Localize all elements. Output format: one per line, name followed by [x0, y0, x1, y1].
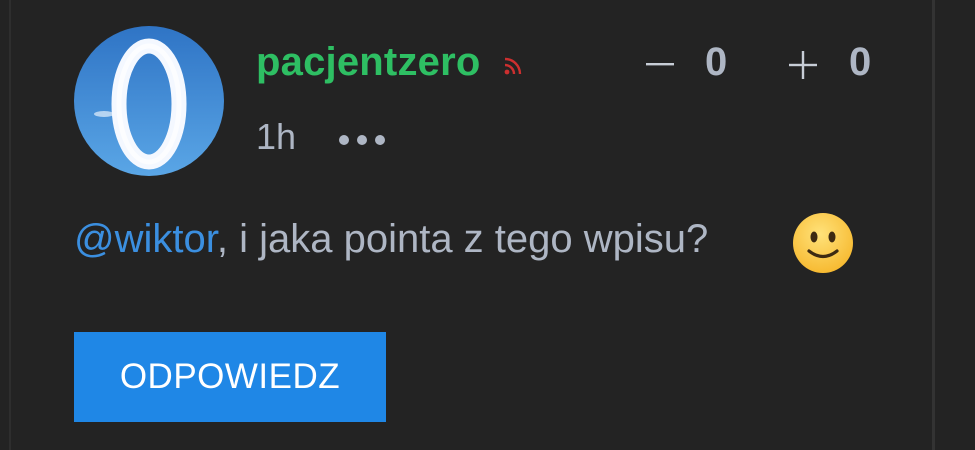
user-avatar[interactable] [74, 26, 224, 176]
rss-icon[interactable] [503, 56, 523, 76]
avatar-image [74, 26, 224, 176]
plus-vote-count: 0 [849, 40, 872, 84]
comment-screen: pacjentzero 0 0 1h @wiktor, i jaka point… [0, 0, 975, 450]
left-divider [9, 0, 11, 450]
more-options-icon[interactable] [336, 128, 396, 152]
post-time: 1h [256, 116, 297, 157]
reply-button[interactable]: ODPOWIEDZ [74, 332, 386, 422]
smiley-emoji-icon [793, 213, 853, 273]
minus-icon[interactable] [645, 46, 675, 82]
plus-icon[interactable] [788, 50, 818, 80]
minus-vote-count: 0 [705, 40, 728, 84]
comment-body: , i jaka pointa z tego wpisu? [216, 217, 709, 261]
username[interactable]: pacjentzero [256, 40, 481, 85]
right-divider [932, 0, 935, 450]
user-mention-link[interactable]: @wiktor [74, 217, 217, 261]
comment-text: @wiktor, i jaka pointa z tego wpisu? [74, 217, 708, 262]
